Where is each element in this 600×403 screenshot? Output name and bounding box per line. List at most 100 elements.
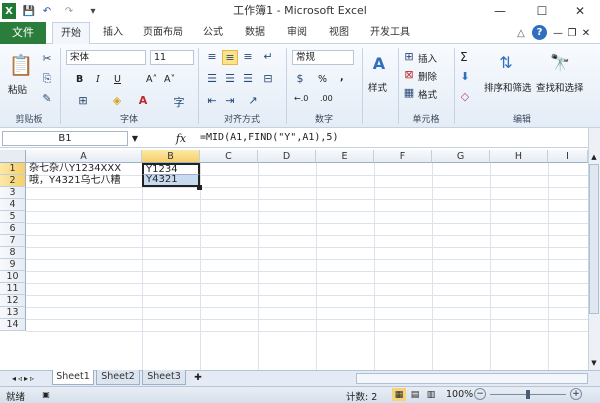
row-header-8[interactable]: 8 — [0, 247, 26, 259]
shrink-font-button[interactable]: A˅ — [164, 74, 175, 85]
decrease-decimal-button[interactable]: .00 — [320, 94, 333, 103]
merge-center-icon[interactable]: ⊟ — [260, 72, 276, 85]
increase-decimal-button[interactable]: ←.0 — [294, 94, 308, 103]
row-header-5[interactable]: 5 — [0, 211, 26, 223]
scroll-up-icon[interactable]: ▲ — [589, 152, 599, 162]
help-icon[interactable]: ? — [532, 25, 547, 40]
collapse-ribbon-icon[interactable]: △ — [514, 26, 528, 40]
row-header-13[interactable]: 13 — [0, 307, 26, 319]
customize-qat-icon[interactable]: ▾ — [86, 3, 100, 19]
excel-app-icon[interactable]: X — [2, 3, 16, 19]
format-cells-button[interactable]: 格式 — [418, 87, 437, 101]
cell-a2[interactable]: 哦，Y4321乌七八糟 — [27, 175, 142, 187]
align-bottom-icon[interactable]: ≡ — [240, 50, 256, 63]
insert-cells-button[interactable]: 插入 — [418, 51, 437, 65]
col-header-d[interactable]: D — [258, 150, 316, 163]
macro-record-icon[interactable]: ▣ — [40, 389, 52, 400]
sheet-tab-2[interactable]: Sheet2 — [96, 370, 140, 385]
orientation-icon[interactable]: ↗ — [244, 94, 262, 107]
paste-label[interactable]: 粘贴 — [8, 82, 27, 96]
zoom-in-button[interactable]: + — [570, 388, 582, 400]
redo-icon[interactable]: ↷ — [62, 3, 76, 19]
doc-close-icon[interactable]: ✕ — [580, 26, 592, 40]
zoom-level[interactable]: 100% — [446, 389, 473, 400]
scroll-down-icon[interactable]: ▼ — [589, 358, 599, 368]
italic-button[interactable]: I — [96, 74, 100, 85]
row-header-10[interactable]: 10 — [0, 271, 26, 283]
row-header-2[interactable]: 2 — [0, 175, 26, 187]
tab-file[interactable]: 文件 — [0, 22, 46, 44]
row-header-12[interactable]: 12 — [0, 295, 26, 307]
borders-icon[interactable]: ⊞ — [76, 94, 90, 107]
insert-function-icon[interactable]: fx — [174, 130, 188, 146]
page-break-view-icon[interactable]: ▥ — [424, 388, 438, 401]
col-header-h[interactable]: H — [490, 150, 548, 163]
styles-icon[interactable]: A — [368, 52, 390, 74]
format-painter-icon[interactable]: ✎ — [40, 92, 54, 105]
sheet-nav-icon[interactable]: ◂◃▸▹ — [4, 372, 44, 384]
percent-button[interactable]: % — [318, 74, 327, 85]
sort-filter-button[interactable]: 排序和筛选 — [484, 80, 532, 94]
name-box[interactable]: B1 — [2, 131, 128, 146]
close-button[interactable]: ✕ — [560, 0, 600, 22]
horizontal-scrollbar[interactable] — [356, 373, 588, 384]
format-cells-icon[interactable]: ▦ — [402, 86, 416, 99]
delete-cells-button[interactable]: 删除 — [418, 69, 437, 83]
row-header-4[interactable]: 4 — [0, 199, 26, 211]
align-top-icon[interactable]: ≡ — [204, 50, 220, 63]
decrease-indent-icon[interactable]: ⇤ — [204, 94, 220, 107]
grow-font-button[interactable]: A˄ — [146, 74, 157, 85]
cut-icon[interactable]: ✂ — [40, 52, 54, 65]
wrap-text-icon[interactable]: ↵ — [260, 50, 276, 63]
align-right-icon[interactable]: ☰ — [240, 72, 256, 85]
sort-filter-icon[interactable]: ⇅ — [494, 50, 518, 74]
number-format-select[interactable]: 常规 — [292, 50, 354, 65]
formula-input[interactable]: =MID(A1,FIND("Y",A1),5) — [200, 128, 590, 148]
maximize-button[interactable]: ☐ — [522, 0, 562, 22]
zoom-out-button[interactable]: − — [474, 388, 486, 400]
undo-icon[interactable]: ↶ — [40, 3, 54, 19]
zoom-slider-thumb[interactable] — [526, 390, 530, 399]
bold-button[interactable]: B — [76, 74, 83, 85]
cell-a1[interactable]: 杂七杂八Y1234XXX — [27, 163, 142, 175]
clear-icon[interactable]: ◇ — [458, 90, 472, 103]
currency-icon[interactable]: $ — [292, 72, 308, 85]
find-select-icon[interactable]: 🔭 — [548, 50, 572, 74]
fill-handle[interactable] — [197, 185, 202, 190]
increase-indent-icon[interactable]: ⇥ — [222, 94, 238, 107]
tab-insert[interactable]: 插入 — [96, 22, 130, 44]
col-header-a[interactable]: A — [26, 150, 142, 163]
namebox-dropdown-icon[interactable]: ▼ — [130, 131, 140, 146]
insert-cells-icon[interactable]: ⊞ — [402, 50, 416, 63]
align-middle-icon[interactable]: ≡ — [222, 50, 238, 65]
find-select-button[interactable]: 查找和选择 — [536, 80, 584, 94]
row-header-1[interactable]: 1 — [0, 163, 26, 175]
underline-button[interactable]: U — [114, 74, 121, 85]
col-header-f[interactable]: F — [374, 150, 432, 163]
doc-minimize-icon[interactable]: — — [552, 26, 564, 40]
delete-cells-icon[interactable]: ⊠ — [402, 68, 416, 81]
cell-b2[interactable]: Y4321 — [142, 175, 200, 187]
tab-formulas[interactable]: 公式 — [196, 22, 230, 44]
font-name-select[interactable]: 宋体 — [66, 50, 146, 65]
normal-view-icon[interactable]: ▦ — [392, 388, 406, 401]
styles-button[interactable]: 样式 — [368, 80, 387, 94]
doc-restore-icon[interactable]: ❐ — [566, 26, 578, 40]
row-header-7[interactable]: 7 — [0, 235, 26, 247]
col-header-e[interactable]: E — [316, 150, 374, 163]
select-all-corner[interactable] — [0, 150, 26, 163]
copy-icon[interactable]: ⎘ — [40, 72, 54, 86]
font-color-icon[interactable]: A — [136, 94, 150, 107]
tab-data[interactable]: 数据 — [238, 22, 272, 44]
fill-color-icon[interactable]: ◈ — [110, 94, 124, 107]
tab-view[interactable]: 视图 — [322, 22, 356, 44]
sheet-tab-3[interactable]: Sheet3 — [142, 370, 186, 385]
comma-button[interactable]: , — [340, 72, 344, 83]
sheet-tab-1[interactable]: Sheet1 — [52, 370, 94, 385]
row-header-3[interactable]: 3 — [0, 187, 26, 199]
align-left-icon[interactable]: ☰ — [204, 72, 220, 85]
row-header-14[interactable]: 14 — [0, 319, 26, 331]
col-header-b[interactable]: B — [142, 150, 200, 163]
col-header-i[interactable]: I — [548, 150, 588, 163]
row-header-6[interactable]: 6 — [0, 223, 26, 235]
